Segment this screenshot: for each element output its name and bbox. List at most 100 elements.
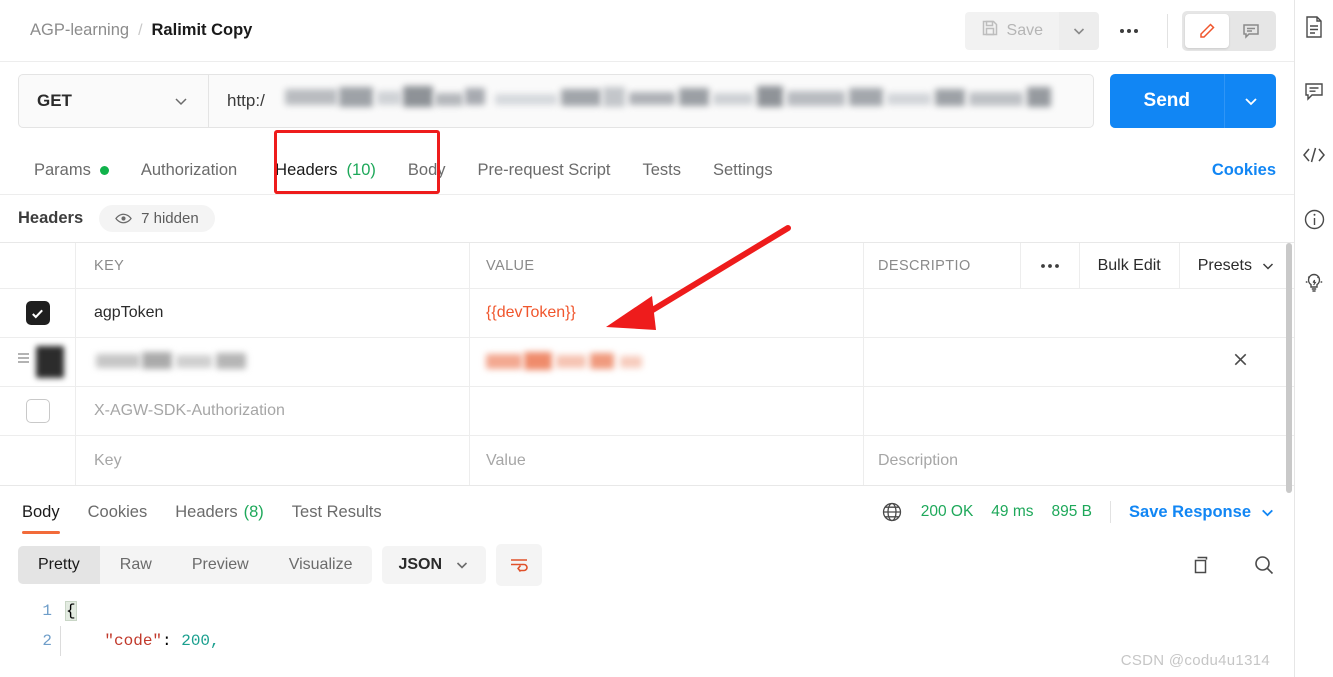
body-language-value: JSON xyxy=(398,556,443,573)
chevron-down-icon xyxy=(456,562,468,569)
info-icon[interactable] xyxy=(1299,204,1329,234)
headers-more-button[interactable] xyxy=(1019,242,1079,289)
format-raw-button[interactable]: Raw xyxy=(100,546,172,584)
row-key-cell[interactable] xyxy=(76,338,470,386)
header-cell-key: KEY xyxy=(76,243,470,288)
save-button-group: Save xyxy=(964,11,1099,50)
tab-body[interactable]: Body xyxy=(392,161,462,194)
line-number: 1 xyxy=(42,602,52,620)
row-value-cell[interactable]: {{devToken}} xyxy=(470,289,864,337)
presets-label: Presets xyxy=(1197,256,1252,274)
headers-table: KEY VALUE DESCRIPTIO Bulk Edit Presets a… xyxy=(0,242,1294,493)
url-input[interactable]: http:/ xyxy=(208,74,1094,128)
format-pretty-button[interactable]: Pretty xyxy=(18,546,100,584)
headers-table-actions: Bulk Edit Presets xyxy=(1019,242,1294,289)
document-icon[interactable] xyxy=(1299,12,1329,42)
response-tab-test-results[interactable]: Test Results xyxy=(278,486,396,538)
save-response-button[interactable]: Save Response xyxy=(1129,503,1276,522)
more-actions-button[interactable] xyxy=(1105,12,1153,50)
response-tab-headers-count: (8) xyxy=(243,502,264,521)
row-description-cell[interactable] xyxy=(864,289,1294,337)
floppy-disk-icon xyxy=(981,19,999,42)
body-language-select[interactable]: JSON xyxy=(382,546,487,584)
comment-icon[interactable] xyxy=(1299,76,1329,106)
table-row-placeholder[interactable]: Key Value Description xyxy=(0,436,1294,485)
row-value-cell[interactable] xyxy=(470,387,864,435)
row-description-cell[interactable] xyxy=(864,338,1294,386)
row-description-cell[interactable] xyxy=(864,387,1294,435)
column-value-label: VALUE xyxy=(486,257,535,274)
copy-icon[interactable] xyxy=(1192,554,1214,576)
response-body-code[interactable]: 1 2 { "code": 200, xyxy=(0,596,1294,656)
row-enabled-checkbox[interactable] xyxy=(25,301,50,325)
response-tab-headers[interactable]: Headers (8) xyxy=(161,486,278,538)
code-line-1: { xyxy=(65,596,220,626)
breadcrumb-collection[interactable]: AGP-learning xyxy=(30,21,129,40)
http-method-select[interactable]: GET xyxy=(18,74,208,128)
row-checkbox-redacted[interactable] xyxy=(36,346,64,378)
column-key-label: KEY xyxy=(94,257,125,274)
new-key-input[interactable]: Key xyxy=(76,436,470,485)
new-description-input[interactable]: Description xyxy=(864,436,1294,485)
format-visualize-button[interactable]: Visualize xyxy=(269,546,373,584)
row-key-cell[interactable]: X-AGW-SDK-Authorization xyxy=(76,387,470,435)
three-dots-icon xyxy=(1120,28,1138,33)
new-value-input[interactable]: Value xyxy=(470,436,864,485)
response-tabs: Body Cookies Headers (8) Test Results 20… xyxy=(0,486,1294,538)
table-row[interactable]: agpToken {{devToken}} xyxy=(0,289,1294,338)
hidden-headers-toggle[interactable]: 7 hidden xyxy=(99,205,215,232)
tab-params[interactable]: Params xyxy=(18,161,125,194)
code-value: 200, xyxy=(181,632,220,650)
bulk-edit-button[interactable]: Bulk Edit xyxy=(1078,242,1179,289)
chevron-down-icon xyxy=(1262,509,1273,516)
right-sidebar xyxy=(1294,0,1333,677)
table-row[interactable] xyxy=(0,338,1294,387)
tab-pre-request-script[interactable]: Pre-request Script xyxy=(462,161,627,194)
tab-tests-label: Tests xyxy=(642,161,681,179)
code-content[interactable]: { "code": 200, xyxy=(60,596,220,656)
hidden-headers-label: 7 hidden xyxy=(141,210,199,227)
drag-handle-icon[interactable] xyxy=(16,348,32,373)
edit-mode-button[interactable] xyxy=(1185,13,1229,48)
cookies-link[interactable]: Cookies xyxy=(1212,161,1276,194)
checkmark-icon xyxy=(32,309,43,318)
tab-settings[interactable]: Settings xyxy=(697,161,789,194)
save-dropdown-button[interactable] xyxy=(1059,11,1099,50)
word-wrap-button[interactable] xyxy=(496,544,543,586)
table-row[interactable]: X-AGW-SDK-Authorization xyxy=(0,387,1294,436)
lightbulb-icon[interactable] xyxy=(1299,268,1329,298)
row-enabled-checkbox[interactable] xyxy=(25,399,50,423)
response-tab-body[interactable]: Body xyxy=(18,486,74,538)
presets-button[interactable]: Presets xyxy=(1178,242,1294,289)
code-line-numbers: 1 2 xyxy=(18,596,66,656)
headers-table-scrollbar[interactable] xyxy=(1286,243,1292,493)
code-line-2: "code": 200, xyxy=(104,632,220,650)
line-number: 2 xyxy=(42,632,52,650)
format-preview-button[interactable]: Preview xyxy=(172,546,269,584)
send-dropdown-button[interactable] xyxy=(1224,74,1276,128)
header-cell-value: VALUE xyxy=(470,243,864,288)
search-icon[interactable] xyxy=(1252,553,1276,577)
tab-headers[interactable]: Headers (10) xyxy=(259,161,392,194)
tab-tests[interactable]: Tests xyxy=(626,161,697,194)
globe-icon[interactable] xyxy=(881,501,903,523)
row-value-cell[interactable] xyxy=(470,338,864,386)
save-button[interactable]: Save xyxy=(964,11,1059,50)
row-key-cell[interactable]: agpToken xyxy=(76,289,470,337)
close-x-icon xyxy=(1234,353,1247,366)
headers-subheader: Headers 7 hidden xyxy=(0,194,1294,242)
chevron-down-icon xyxy=(175,98,187,106)
row-key-text: agpToken xyxy=(94,304,164,321)
comment-mode-button[interactable] xyxy=(1229,14,1273,48)
code-key: "code" xyxy=(104,632,163,650)
code-icon[interactable] xyxy=(1299,140,1329,170)
params-modified-dot-icon xyxy=(99,166,109,175)
body-format-segmented: Pretty Raw Preview Visualize xyxy=(18,546,373,584)
tab-authorization[interactable]: Authorization xyxy=(125,161,253,194)
view-toggle-group xyxy=(1182,10,1276,51)
headers-table-header-row: KEY VALUE DESCRIPTIO Bulk Edit Presets xyxy=(0,242,1294,289)
response-tab-cookies[interactable]: Cookies xyxy=(74,486,162,538)
breadcrumb-request[interactable]: Ralimit Copy xyxy=(152,21,253,40)
send-button[interactable]: Send xyxy=(1109,74,1224,128)
delete-row-button[interactable] xyxy=(1231,350,1250,374)
